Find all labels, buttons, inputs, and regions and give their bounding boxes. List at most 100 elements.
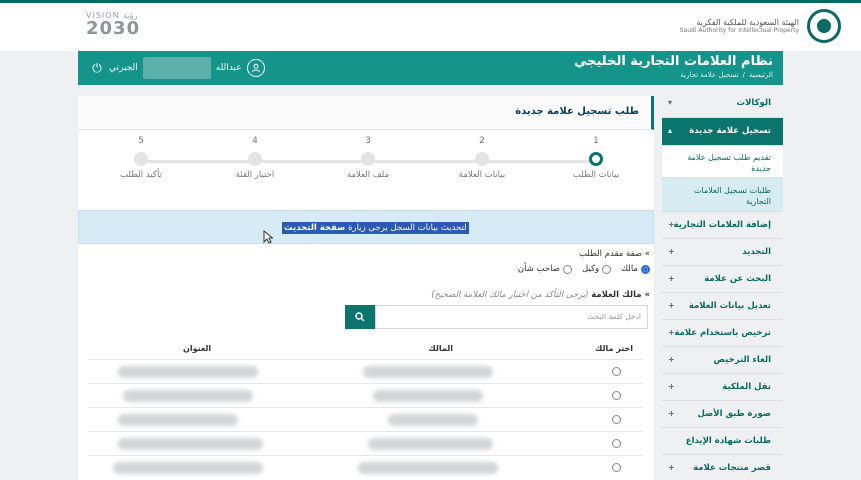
logout-power-icon[interactable]: ⏻ bbox=[90, 61, 104, 75]
radio-owner[interactable]: مالك bbox=[621, 264, 650, 274]
step-2[interactable]: 2 بيانات العلامة bbox=[447, 136, 517, 180]
step-dot bbox=[475, 152, 489, 166]
sidebar-item-cancel-license[interactable]: الغاء الترخيص + bbox=[662, 347, 783, 374]
owners-table: اختر مالك المالك العنوان bbox=[88, 340, 643, 480]
step-label: اختيار الفئة bbox=[235, 170, 275, 180]
update-notice: لتحديث بيانات السجل يرجى زيارة صفحة التح… bbox=[78, 210, 654, 244]
authority-name-ar: الهيئة السعودية للملكية الفكرية bbox=[696, 18, 800, 27]
sidebar-item-add-marks[interactable]: إضافة العلامات التجارية + bbox=[662, 212, 783, 239]
page-title: طلب تسجيل علامة جديدة bbox=[515, 106, 639, 117]
sidebar-item-agencies[interactable]: الوكالات ▾ bbox=[662, 90, 783, 118]
table-row[interactable] bbox=[88, 407, 643, 431]
step-dot bbox=[134, 152, 148, 166]
authority-name-en: Saudi Authority for Intellectual Propert… bbox=[679, 27, 799, 34]
redacted-owner bbox=[373, 390, 483, 402]
sidebar-subitem-new-application[interactable]: تقديم طلب تسجيل علامة جديدة bbox=[662, 146, 783, 178]
table-row[interactable] bbox=[88, 383, 643, 407]
redacted-address bbox=[113, 462, 263, 474]
redacted-address bbox=[118, 438, 263, 450]
search-icon bbox=[355, 312, 365, 322]
authority-logo[interactable]: الهيئة السعودية للملكية الفكرية Saudi Au… bbox=[680, 9, 841, 43]
user-area: ⏻ الجبرتي عبدالله bbox=[90, 57, 265, 79]
app-root: VISION رؤية 2030 الهيئة السعودية للملكية… bbox=[0, 0, 861, 480]
step-label: ملف العلامة bbox=[346, 170, 390, 180]
step-4[interactable]: 4 اختيار الفئة bbox=[220, 136, 290, 180]
user-profile-icon[interactable] bbox=[246, 59, 265, 77]
update-page-link[interactable]: صفحة التحديث bbox=[284, 223, 345, 233]
sidebar-item-register-mark[interactable]: تسجيل علامة جديدة ▴ bbox=[662, 118, 783, 146]
sidebar-item-license[interactable]: ترخيص باستخدام علامة + bbox=[662, 320, 783, 347]
sidebar-item-transfer[interactable]: نقل الملكية + bbox=[662, 374, 783, 401]
system-banner: نظام العلامات التجارية الخليجي الرئيسية … bbox=[78, 51, 783, 85]
plus-icon: + bbox=[668, 274, 675, 283]
sidebar-item-renewal[interactable]: التجديد + bbox=[662, 239, 783, 266]
breadcrumb-home[interactable]: الرئيسية bbox=[749, 71, 773, 79]
applicant-type-radios: مالك وكيل صاحب شأن bbox=[518, 264, 650, 274]
radio-label: مالك bbox=[621, 264, 638, 274]
sidebar-item-search-mark[interactable]: البحث عن علامة + bbox=[662, 266, 783, 293]
plus-icon: + bbox=[668, 328, 675, 337]
sidebar-item-label: إضافة العلامات التجارية bbox=[673, 220, 771, 230]
radio-stakeholder[interactable]: صاحب شأن bbox=[518, 264, 572, 274]
owner-label: » مالك العلامة bbox=[591, 290, 650, 300]
sidebar-item-label: ترخيص باستخدام علامة bbox=[674, 328, 771, 338]
step-number: 2 bbox=[479, 136, 485, 146]
sidebar-item-limit-products[interactable]: قصر منتجات علامة + bbox=[662, 455, 783, 480]
sidebar-item-label: طلبات تسجيل العلامات التجارية bbox=[693, 186, 771, 206]
table-row[interactable] bbox=[88, 431, 643, 455]
radio-agent[interactable]: وكيل bbox=[581, 264, 612, 274]
redacted-owner bbox=[368, 438, 493, 450]
user-name-redacted bbox=[142, 57, 211, 79]
radio-label: وكيل bbox=[581, 264, 600, 274]
sidebar-item-deposit-certificate[interactable]: طلبات شهادة الإيداع bbox=[662, 428, 783, 455]
plus-icon: + bbox=[668, 220, 675, 229]
redacted-address bbox=[118, 414, 238, 426]
wizard-stepper: 1 بيانات الطلب 2 بيانات العلامة 3 ملف ال… bbox=[108, 136, 643, 196]
sidebar-item-label: صورة طبق الأصل bbox=[697, 409, 771, 419]
system-title: نظام العلامات التجارية الخليجي bbox=[573, 54, 773, 69]
sidebar-item-label: الغاء الترخيص bbox=[713, 355, 771, 365]
chevron-down-icon: ▾ bbox=[668, 98, 673, 107]
sidebar-item-certified-copy[interactable]: صورة طبق الأصل + bbox=[662, 401, 783, 428]
table-row[interactable] bbox=[88, 455, 643, 479]
row-radio[interactable] bbox=[612, 439, 621, 448]
sidebar-nav: الوكالات ▾ تسجيل علامة جديدة ▴ تقديم طلب ت… bbox=[662, 90, 783, 480]
saip-emblem-icon bbox=[807, 9, 841, 43]
redacted-owner bbox=[388, 414, 478, 426]
step-dot bbox=[248, 152, 262, 166]
step-5[interactable]: 5 تأكيد الطلب bbox=[106, 136, 176, 180]
sidebar-item-label: طلبات شهادة الإيداع bbox=[685, 436, 771, 446]
row-radio[interactable] bbox=[612, 463, 621, 472]
sidebar-item-label: البحث عن علامة bbox=[704, 274, 771, 284]
row-radio[interactable] bbox=[612, 391, 621, 400]
row-radio[interactable] bbox=[612, 415, 621, 424]
step-1[interactable]: 1 بيانات الطلب bbox=[561, 136, 631, 180]
sidebar-item-label: نقل الملكية bbox=[722, 382, 771, 392]
sidebar-item-edit-mark[interactable]: تعديل بيانات العلامة + bbox=[662, 293, 783, 320]
step-number: 5 bbox=[138, 136, 144, 146]
sidebar-item-label: تقديم طلب تسجيل علامة جديدة bbox=[687, 153, 771, 173]
column-header-owner: المالك bbox=[428, 344, 453, 353]
plus-icon: + bbox=[668, 382, 675, 391]
step-label: تأكيد الطلب bbox=[120, 170, 162, 180]
sidebar-item-label: الوكالات bbox=[736, 98, 771, 108]
radio-button[interactable] bbox=[641, 264, 650, 274]
step-number: 3 bbox=[365, 136, 371, 146]
step-3[interactable]: 3 ملف العلامة bbox=[333, 136, 403, 180]
table-row[interactable] bbox=[88, 359, 643, 383]
search-input[interactable]: ادخل كلمة البحث bbox=[375, 305, 648, 329]
notice-text: لتحديث بيانات السجل يرجى زيارة صفحة التح… bbox=[282, 222, 469, 234]
breadcrumb: الرئيسية / تسجيل علامة تجارية bbox=[680, 71, 773, 79]
step-number: 4 bbox=[252, 136, 258, 146]
plus-icon: + bbox=[668, 409, 675, 418]
sidebar-item-label: تعديل بيانات العلامة bbox=[688, 301, 771, 311]
row-radio[interactable] bbox=[612, 367, 621, 376]
column-header-address: العنوان bbox=[183, 344, 212, 353]
owner-section-label: » مالك العلامة (يرجى التأكد من اختيار ما… bbox=[431, 290, 650, 300]
radio-button[interactable] bbox=[562, 264, 572, 274]
step-dot bbox=[361, 152, 375, 166]
radio-button[interactable] bbox=[602, 264, 612, 274]
site-header: VISION رؤية 2030 الهيئة السعودية للملكية… bbox=[0, 3, 861, 51]
search-button[interactable] bbox=[345, 305, 375, 329]
sidebar-subitem-applications[interactable]: طلبات تسجيل العلامات التجارية bbox=[662, 178, 783, 212]
